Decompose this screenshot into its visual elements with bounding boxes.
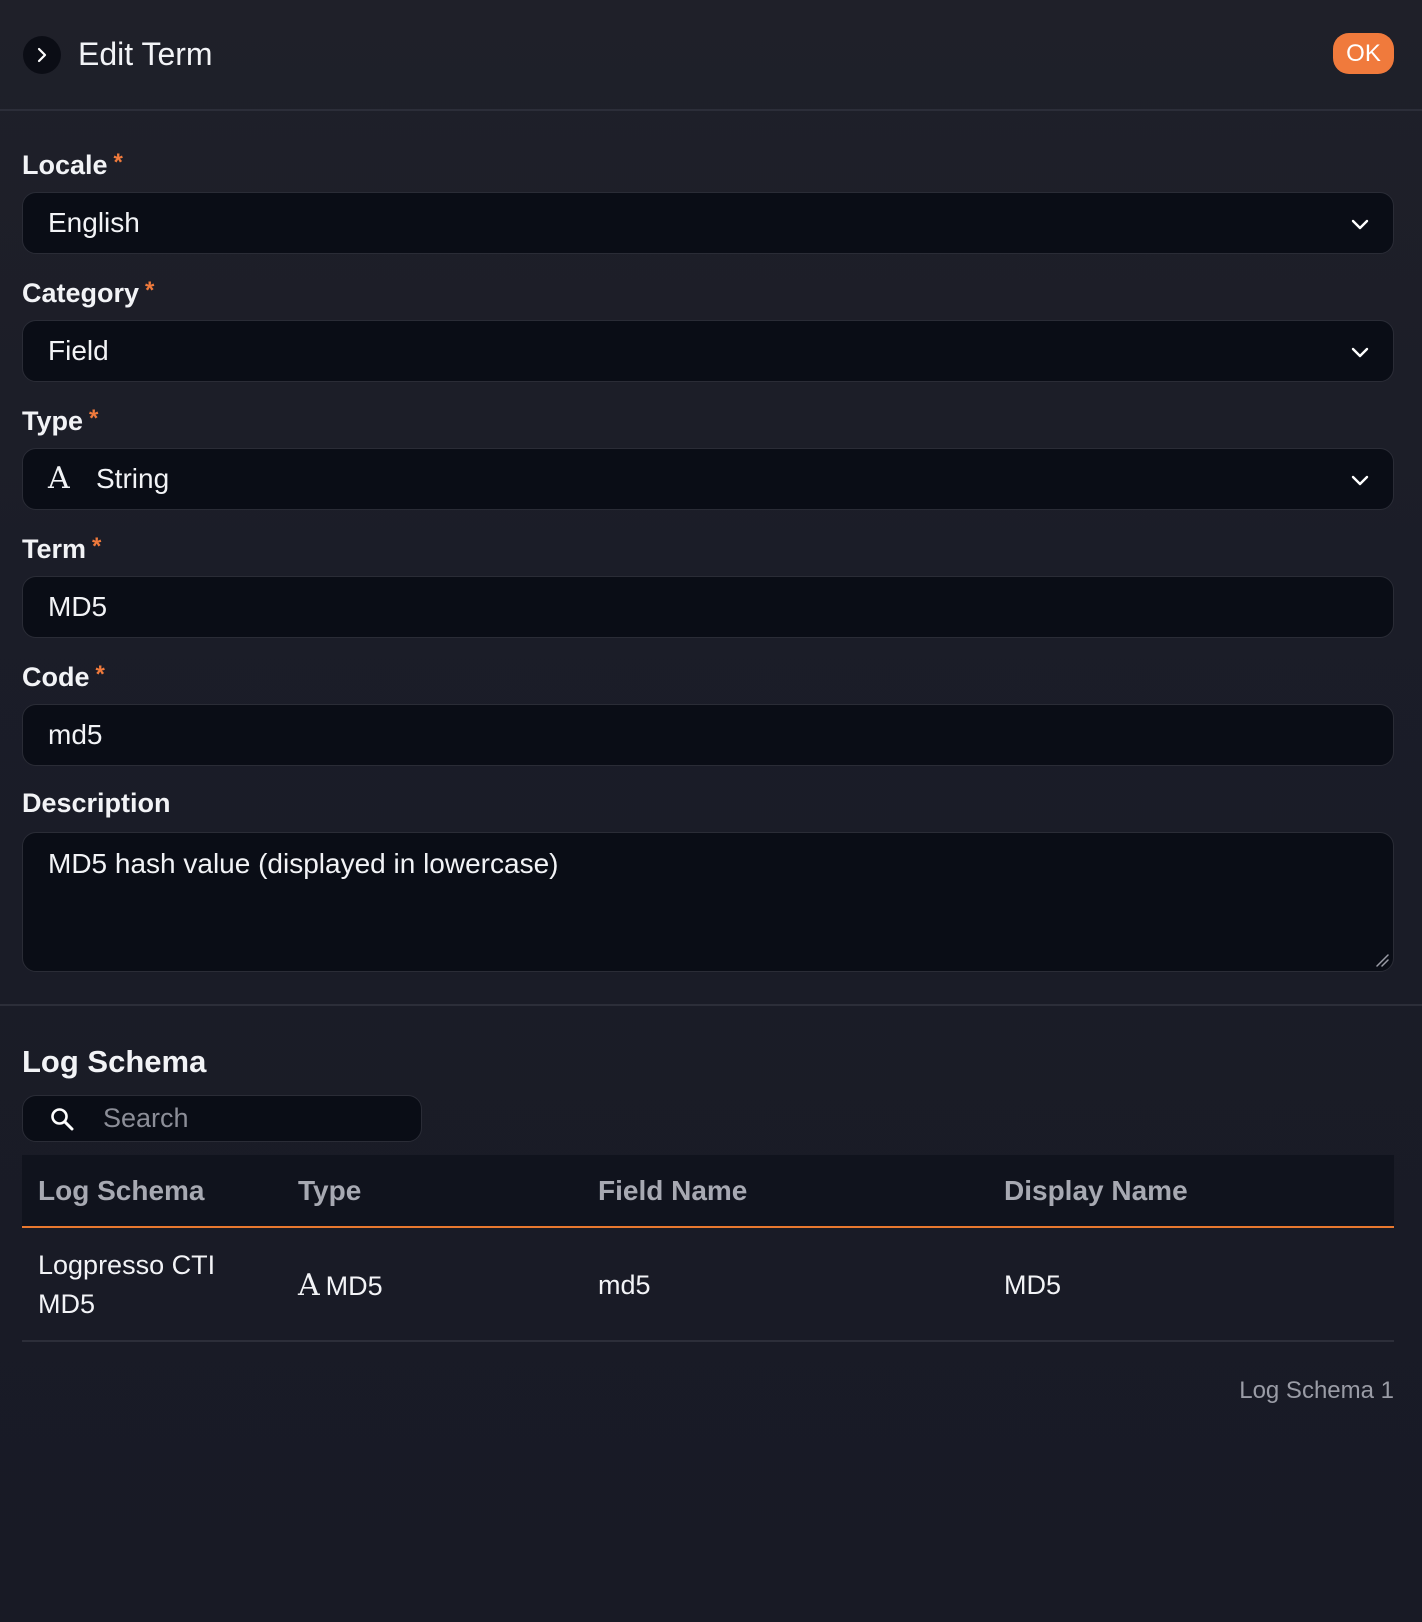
- category-label-text: Category: [22, 278, 140, 308]
- ok-button[interactable]: OK: [1333, 33, 1394, 74]
- term-label: Term *: [22, 530, 101, 566]
- table-row[interactable]: Logpresso CTI MD5 A MD5 md5 MD5: [22, 1230, 1394, 1342]
- string-type-icon: A: [48, 461, 70, 496]
- locale-label: Locale *: [22, 146, 123, 182]
- type-label: Type *: [22, 402, 98, 438]
- code-value: md5: [48, 719, 103, 750]
- row-count-label: Log Schema 1: [1239, 1377, 1394, 1404]
- locale-select[interactable]: English: [22, 192, 1394, 254]
- log-schema-search[interactable]: [22, 1095, 422, 1142]
- collapse-panel-button[interactable]: [23, 36, 61, 74]
- chevron-right-icon: [37, 47, 47, 63]
- column-header-display-name[interactable]: Display Name: [1004, 1155, 1188, 1227]
- panel-header: Edit Term OK: [0, 0, 1422, 111]
- column-header-field-name[interactable]: Field Name: [598, 1155, 747, 1227]
- locale-value: English: [48, 207, 140, 238]
- description-label: Description: [22, 788, 171, 818]
- chevron-down-icon: [1351, 219, 1369, 230]
- description-textarea[interactable]: MD5 hash value (displayed in lowercase): [22, 832, 1394, 972]
- required-marker: *: [113, 149, 123, 176]
- cell-display-name: MD5: [1004, 1270, 1062, 1300]
- term-label-text: Term: [22, 534, 87, 564]
- type-label-text: Type: [22, 406, 84, 436]
- cell-field-name: md5: [598, 1270, 651, 1300]
- description-value: MD5 hash value (displayed in lowercase): [48, 848, 559, 879]
- term-value: MD5: [48, 591, 108, 622]
- locale-label-text: Locale: [22, 150, 108, 180]
- category-value: Field: [48, 335, 109, 366]
- section-divider: [0, 1004, 1422, 1006]
- string-type-icon: A: [298, 1268, 320, 1303]
- code-label-text: Code: [22, 662, 90, 692]
- cell-type: A MD5: [298, 1266, 383, 1306]
- required-marker: *: [89, 405, 99, 432]
- chevron-down-icon: [1351, 475, 1369, 486]
- column-header-log-schema[interactable]: Log Schema: [38, 1155, 204, 1227]
- category-select[interactable]: Field: [22, 320, 1394, 382]
- edit-term-panel: Edit Term OK Locale * English Category * F…: [0, 0, 1422, 1622]
- required-marker: *: [95, 661, 105, 688]
- search-icon: [51, 1108, 74, 1131]
- category-label: Category *: [22, 274, 154, 310]
- type-select[interactable]: A String: [22, 448, 1394, 510]
- log-schema-name-line1: Logpresso CTI: [38, 1250, 216, 1280]
- page-title: Edit Term: [78, 36, 213, 72]
- required-marker: *: [92, 533, 102, 560]
- column-header-type[interactable]: Type: [298, 1155, 361, 1227]
- log-schema-name-line2: MD5: [38, 1289, 96, 1319]
- cell-type-value: MD5: [325, 1271, 383, 1301]
- chevron-down-icon: [1351, 347, 1369, 358]
- log-schema-title: Log Schema: [22, 1044, 207, 1079]
- code-label: Code *: [22, 658, 105, 694]
- search-input[interactable]: [103, 1096, 403, 1141]
- term-input[interactable]: MD5: [22, 576, 1394, 638]
- type-value: String: [96, 463, 170, 494]
- required-marker: *: [145, 277, 155, 304]
- table-header: Log Schema Type Field Name Display Name: [22, 1155, 1394, 1228]
- cell-log-schema: Logpresso CTI MD5: [38, 1246, 215, 1324]
- code-input[interactable]: md5: [22, 704, 1394, 766]
- resize-handle-icon[interactable]: [1375, 953, 1389, 967]
